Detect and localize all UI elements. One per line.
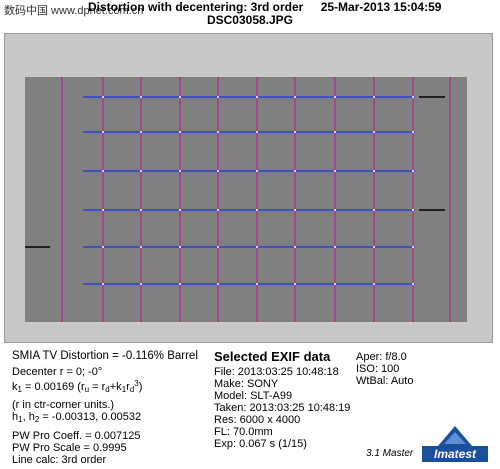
intersection-mark bbox=[294, 209, 296, 211]
exif-make: Make: SONY bbox=[214, 378, 279, 390]
intersection-mark bbox=[102, 246, 104, 248]
intersection-mark bbox=[412, 170, 414, 172]
distortion-grid bbox=[25, 77, 467, 322]
file-name: DSC03058.JPG bbox=[206, 13, 294, 27]
intersection-mark bbox=[256, 96, 258, 98]
intersection-mark bbox=[294, 131, 296, 133]
intersection-mark bbox=[140, 170, 142, 172]
intersection-mark bbox=[102, 170, 104, 172]
intersection-mark bbox=[412, 246, 414, 248]
intersection-mark bbox=[256, 283, 258, 285]
intersection-mark bbox=[102, 131, 104, 133]
intersection-mark bbox=[373, 131, 375, 133]
intersection-mark bbox=[179, 209, 181, 211]
intersection-mark bbox=[412, 96, 414, 98]
left-info-panel: SMIA TV Distortion = -0.116% Barrel Dece… bbox=[12, 350, 198, 466]
intersection-mark bbox=[334, 170, 336, 172]
intersection-mark bbox=[179, 283, 181, 285]
plot-title: Distortion with decentering: 3rd order 2… bbox=[88, 0, 441, 14]
intersection-mark bbox=[217, 283, 219, 285]
pw-scale: PW Pro Scale = 0.9995 bbox=[12, 442, 127, 454]
distortion-plot bbox=[4, 33, 493, 343]
intersection-mark bbox=[140, 209, 142, 211]
h-values: = -0.00313, 0.00532 bbox=[39, 411, 142, 423]
intersection-mark bbox=[179, 246, 181, 248]
decenter-value: Decenter r = 0; -0° bbox=[12, 366, 103, 378]
intersection-mark bbox=[256, 209, 258, 211]
intersection-mark bbox=[294, 96, 296, 98]
exif-exp: Exp: 0.067 s (1/15) bbox=[214, 438, 307, 450]
aperture-value: Aper: f/8.0 bbox=[356, 351, 407, 363]
line-calc: Line calc: 3rd order bbox=[12, 454, 107, 466]
title-text: Distortion with decentering: 3rd order bbox=[88, 0, 304, 14]
intersection-mark bbox=[294, 246, 296, 248]
white-balance-value: WtBal: Auto bbox=[356, 375, 414, 387]
intersection-mark bbox=[179, 170, 181, 172]
intersection-mark bbox=[412, 283, 414, 285]
intersection-mark bbox=[102, 283, 104, 285]
iso-value: ISO: 100 bbox=[356, 363, 400, 375]
intersection-mark bbox=[217, 96, 219, 98]
intersection-mark bbox=[140, 131, 142, 133]
intersection-mark bbox=[140, 246, 142, 248]
title-date: 25-Mar-2013 15:04:59 bbox=[320, 0, 442, 14]
intersection-mark bbox=[102, 209, 104, 211]
intersection-mark bbox=[256, 246, 258, 248]
formula-close: ) bbox=[138, 381, 143, 393]
k1-value: = 0.00169 (r bbox=[21, 381, 85, 393]
version-label: 3.1 Master bbox=[366, 448, 414, 459]
intersection-mark bbox=[373, 209, 375, 211]
intersection-mark bbox=[334, 131, 336, 133]
intersection-mark bbox=[140, 96, 142, 98]
intersection-mark bbox=[179, 131, 181, 133]
intersection-mark bbox=[217, 209, 219, 211]
imatest-logo: Imatest bbox=[420, 424, 490, 464]
exif-title: Selected EXIF data bbox=[214, 349, 331, 364]
intersection-mark bbox=[102, 96, 104, 98]
exif-panel: Selected EXIF data File: 2013:03:25 10:4… bbox=[214, 349, 351, 450]
k1-line: k1 = 0.00169 (ru = rd+k1rd3) bbox=[12, 378, 198, 396]
intersection-mark bbox=[412, 131, 414, 133]
logo-text: Imatest bbox=[434, 447, 477, 461]
intersection-mark bbox=[412, 209, 414, 211]
exif-res: Res: 6000 x 4000 bbox=[214, 414, 301, 426]
pw-coeff: PW Pro Coeff. = 0.007125 bbox=[12, 430, 141, 442]
intersection-mark bbox=[334, 246, 336, 248]
formula-eq: = r bbox=[89, 381, 106, 393]
smia-distortion: SMIA TV Distortion = -0.116% Barrel bbox=[12, 350, 198, 362]
h-line: h1, h2 = -0.00313, 0.00532 bbox=[12, 411, 198, 426]
intersection-mark bbox=[373, 170, 375, 172]
formula-plus: +k bbox=[109, 381, 122, 393]
imatest-logo-graphic: Imatest bbox=[422, 426, 488, 462]
intersection-mark bbox=[294, 283, 296, 285]
intersection-mark bbox=[256, 170, 258, 172]
intersection-mark bbox=[334, 283, 336, 285]
intersection-mark bbox=[334, 209, 336, 211]
intersection-mark bbox=[373, 96, 375, 98]
intersection-mark bbox=[334, 96, 336, 98]
intersection-mark bbox=[179, 96, 181, 98]
exif-fl: FL: 70.0mm bbox=[214, 426, 273, 438]
exif-file: File: 2013:03:25 10:48:18 bbox=[214, 366, 339, 378]
units-note: (r in ctr-corner units.) bbox=[12, 399, 115, 411]
intersection-mark bbox=[256, 131, 258, 133]
intersection-mark bbox=[140, 283, 142, 285]
intersection-mark bbox=[294, 170, 296, 172]
intersection-mark bbox=[217, 246, 219, 248]
camera-settings-panel: Aper: f/8.0 ISO: 100 WtBal: Auto bbox=[356, 351, 413, 387]
exif-taken: Taken: 2013:03:25 10:48:19 bbox=[214, 402, 351, 414]
intersection-mark bbox=[217, 170, 219, 172]
exif-model: Model: SLT-A99 bbox=[214, 390, 293, 402]
intersection-mark bbox=[217, 131, 219, 133]
h-sep: , h bbox=[22, 411, 35, 423]
intersection-mark bbox=[373, 283, 375, 285]
intersection-mark bbox=[373, 246, 375, 248]
chart-image-area bbox=[25, 77, 467, 322]
